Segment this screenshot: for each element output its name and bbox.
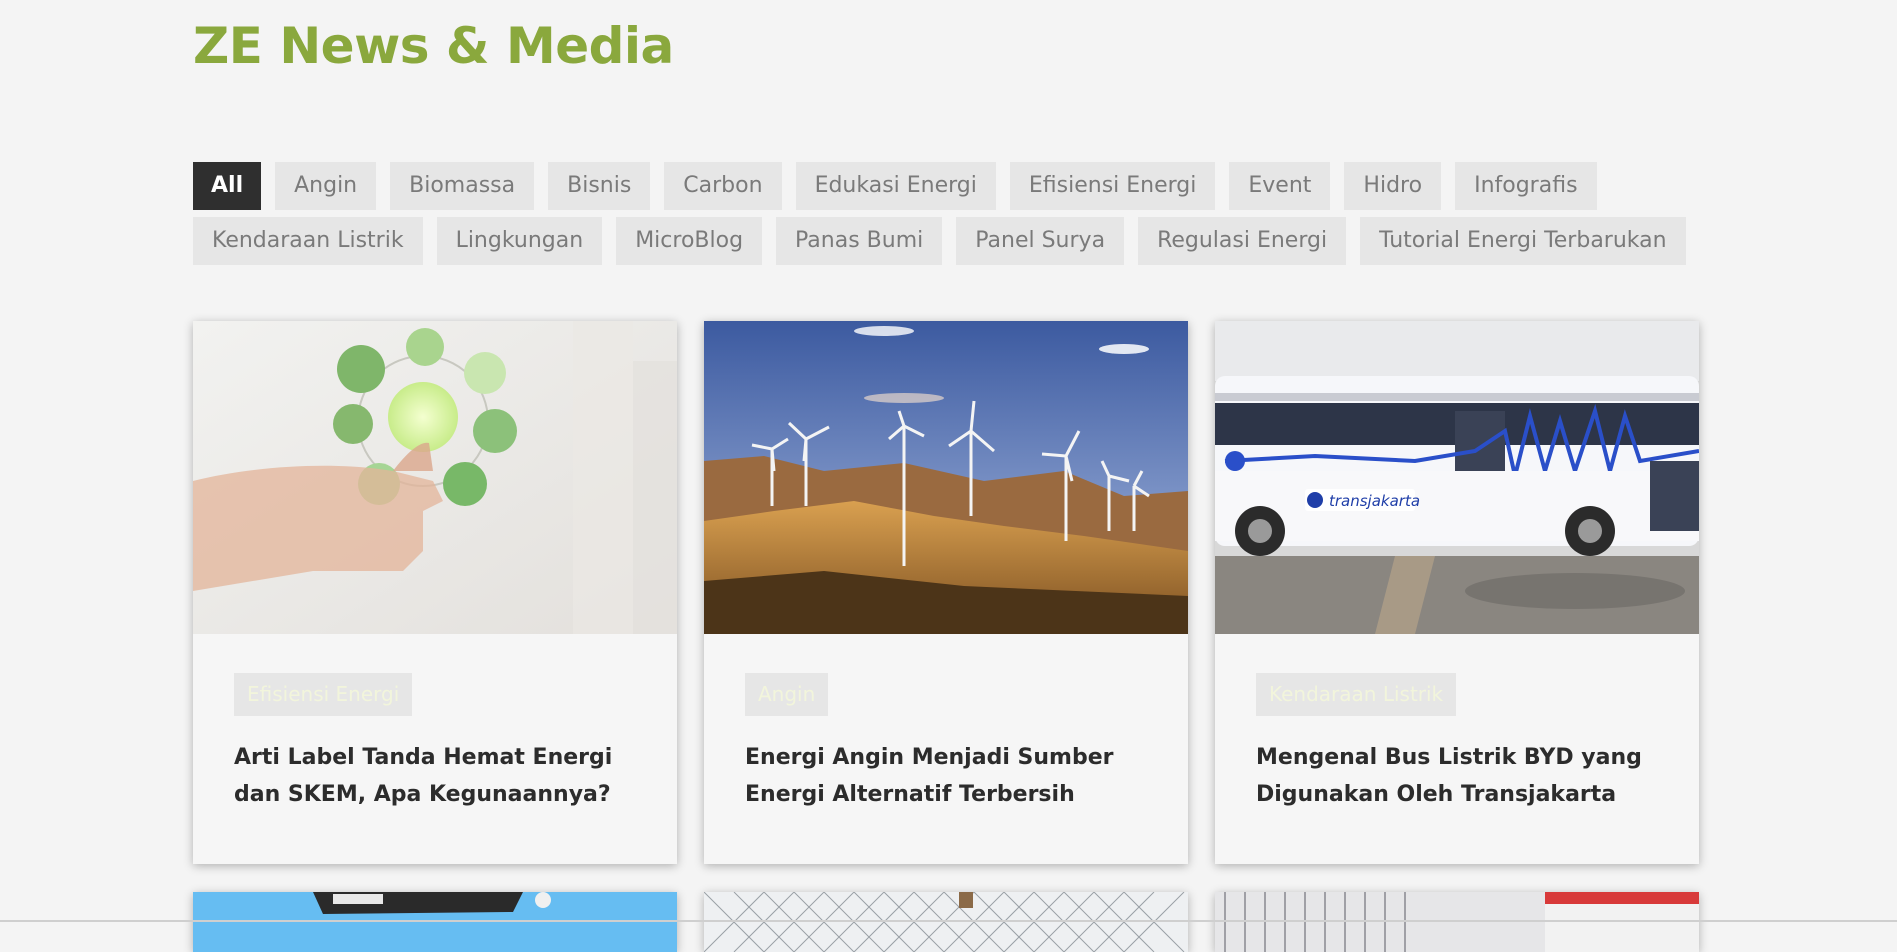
article-title[interactable]: Arti Label Tanda Hemat Energi dan SKEM, … [234, 739, 644, 813]
article-card[interactable] [1215, 892, 1699, 952]
article-card[interactable] [704, 892, 1188, 952]
filter-hidro[interactable]: Hidro [1344, 162, 1442, 210]
filter-tutorial-energi-terbarukan[interactable]: Tutorial Energi Terbarukan [1360, 217, 1686, 265]
article-image[interactable] [1215, 892, 1699, 952]
filter-kendaraan-listrik[interactable]: Kendaraan Listrik [193, 217, 423, 265]
article-image-energy-efficiency[interactable] [193, 321, 677, 634]
filter-carbon[interactable]: Carbon [664, 162, 782, 210]
filter-event[interactable]: Event [1229, 162, 1331, 210]
article-category-tag[interactable]: Angin [745, 673, 829, 716]
filter-all[interactable]: All [193, 162, 262, 210]
filter-edukasi-energi[interactable]: Edukasi Energi [795, 162, 996, 210]
filter-microblog[interactable]: MicroBlog [616, 217, 763, 265]
filter-lingkungan[interactable]: Lingkungan [436, 217, 603, 265]
article-image-wind-turbines[interactable] [704, 321, 1188, 634]
article-category-tag[interactable]: Efisiensi Energi [234, 673, 413, 716]
article-image[interactable] [193, 892, 677, 952]
filter-panel-surya[interactable]: Panel Surya [956, 217, 1125, 265]
filter-panas-bumi[interactable]: Panas Bumi [776, 217, 943, 265]
filter-infografis[interactable]: Infografis [1455, 162, 1597, 210]
site-title[interactable]: ZE News & Media [193, 12, 674, 80]
article-category-tag[interactable]: Kendaraan Listrik [1256, 673, 1457, 716]
article-image[interactable] [704, 892, 1188, 952]
article-card[interactable]: Angin Energi Angin Menjadi Sumber Energi… [704, 321, 1188, 864]
filter-angin[interactable]: Angin [275, 162, 377, 210]
article-image-electric-bus[interactable]: transjakarta [1215, 321, 1699, 634]
article-title[interactable]: Mengenal Bus Listrik BYD yang Digunakan … [1256, 739, 1666, 813]
filter-bisnis[interactable]: Bisnis [548, 162, 651, 210]
filter-efisiensi-energi[interactable]: Efisiensi Energi [1009, 162, 1216, 210]
filter-row-1: All Angin Biomassa Bisnis Carbon Edukasi… [193, 162, 1723, 210]
filter-biomassa[interactable]: Biomassa [390, 162, 535, 210]
filter-row-2: Kendaraan Listrik Lingkungan MicroBlog P… [193, 217, 1723, 265]
article-card[interactable]: transjakarta Kendaraan Listrik Mengenal … [1215, 321, 1699, 864]
filter-regulasi-energi[interactable]: Regulasi Energi [1138, 217, 1347, 265]
category-filter-bar: All Angin Biomassa Bisnis Carbon Edukasi… [193, 162, 1723, 272]
article-title[interactable]: Energi Angin Menjadi Sumber Energi Alter… [745, 739, 1155, 813]
article-card[interactable]: Efisiensi Energi Arti Label Tanda Hemat … [193, 321, 677, 864]
bus-logo-text: transjakarta [1329, 492, 1420, 510]
article-card[interactable] [193, 892, 677, 952]
